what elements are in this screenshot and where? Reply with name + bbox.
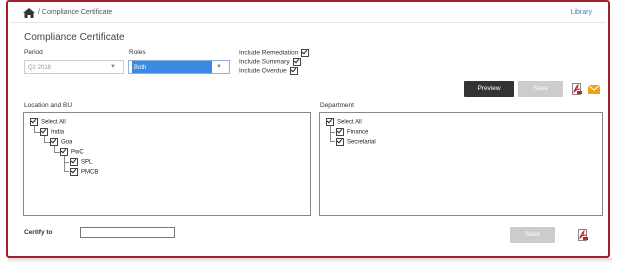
pdf-icon[interactable] (572, 83, 582, 95)
tree-connector (330, 132, 335, 133)
period-select[interactable]: Q2 2018 ▼ (24, 60, 124, 74)
india-checkbox[interactable] (40, 128, 48, 136)
tree-item-spl[interactable]: SPL (70, 158, 92, 166)
breadcrumb-separator: / (38, 9, 40, 16)
top-bar: / Compliance Certificate Library (10, 4, 606, 23)
tree-item-label: Select All (41, 119, 66, 126)
tree-item-label: Goa (61, 139, 73, 146)
tree-item-select-all[interactable]: Select All (30, 118, 66, 126)
panel-shadow (8, 258, 612, 263)
tree-item-india[interactable]: India (40, 128, 64, 136)
tree-item-label: Secretarial (347, 139, 376, 146)
tree-connector (64, 171, 69, 172)
period-label: Period (24, 49, 43, 56)
tree-item-label: PwC (71, 149, 84, 156)
include-remediation-checkbox[interactable] (301, 49, 310, 57)
tree-item-label: PMCB (81, 169, 99, 176)
preview-button[interactable]: Preview (464, 81, 514, 97)
include-overdue-option: Include Overdue (239, 67, 298, 75)
chevron-down-icon: ▼ (110, 64, 116, 70)
home-icon[interactable] (23, 8, 35, 18)
tree-item-select-all[interactable]: Select All (326, 118, 362, 126)
pwc-checkbox[interactable] (60, 148, 68, 156)
include-remediation-option: Include Remediation (239, 49, 310, 57)
period-value: Q2 2018 (28, 65, 52, 71)
tree-item-finance[interactable]: Finance (336, 128, 368, 136)
tree-item-label: SPL (81, 159, 93, 166)
secretarial-checkbox[interactable] (336, 138, 344, 146)
certify-save-button[interactable]: Save (510, 227, 555, 243)
include-remediation-label: Include Remediation (239, 49, 299, 57)
spl-checkbox[interactable] (70, 158, 78, 166)
include-summary-option: Include Summary (239, 58, 301, 66)
location-label: Location and BU (24, 102, 73, 109)
finance-checkbox[interactable] (336, 128, 344, 136)
goa-checkbox[interactable] (50, 138, 58, 146)
tree-item-pwc[interactable]: PwC (60, 148, 84, 156)
chevron-down-icon: ▼ (216, 64, 222, 70)
tree-item-pmcb[interactable]: PMCB (70, 168, 98, 176)
location-tree: Select All India Goa PwC SPL PMCB (23, 112, 311, 216)
mail-icon[interactable] (588, 85, 600, 94)
tree-item-label: Select All (337, 119, 362, 126)
tree-item-goa[interactable]: Goa (50, 138, 72, 146)
certify-input[interactable] (80, 227, 175, 238)
select-all-checkbox[interactable] (326, 118, 334, 126)
include-overdue-label: Include Overdue (239, 67, 287, 75)
breadcrumb-current: Compliance Certificate (41, 9, 113, 16)
pmcb-checkbox[interactable] (70, 168, 78, 176)
roles-select[interactable]: Both ▼ (128, 60, 230, 74)
certify-label: Certify to (24, 229, 53, 236)
tree-connector (330, 141, 335, 142)
department-label: Department (320, 102, 354, 109)
pdf-icon[interactable] (578, 229, 588, 241)
tree-item-secretarial[interactable]: Secretarial (336, 138, 376, 146)
roles-value: Both (132, 61, 212, 73)
include-summary-checkbox[interactable] (292, 58, 301, 66)
tree-item-label: Finance (347, 129, 369, 136)
breadcrumb: / Compliance Certificate (38, 9, 112, 16)
library-link[interactable]: Library (571, 9, 592, 16)
select-all-checkbox[interactable] (30, 118, 38, 126)
roles-label: Roles (129, 49, 146, 56)
department-tree: Select All Finance Secretarial (319, 112, 603, 216)
include-summary-label: Include Summary (239, 58, 290, 66)
save-button[interactable]: Save (518, 81, 563, 97)
include-overdue-checkbox[interactable] (289, 67, 298, 75)
main-panel: / Compliance Certificate Library Complia… (6, 0, 610, 258)
tree-item-label: India (51, 129, 65, 136)
tree-connector (64, 162, 69, 163)
page-title: Compliance Certificate (24, 32, 125, 43)
